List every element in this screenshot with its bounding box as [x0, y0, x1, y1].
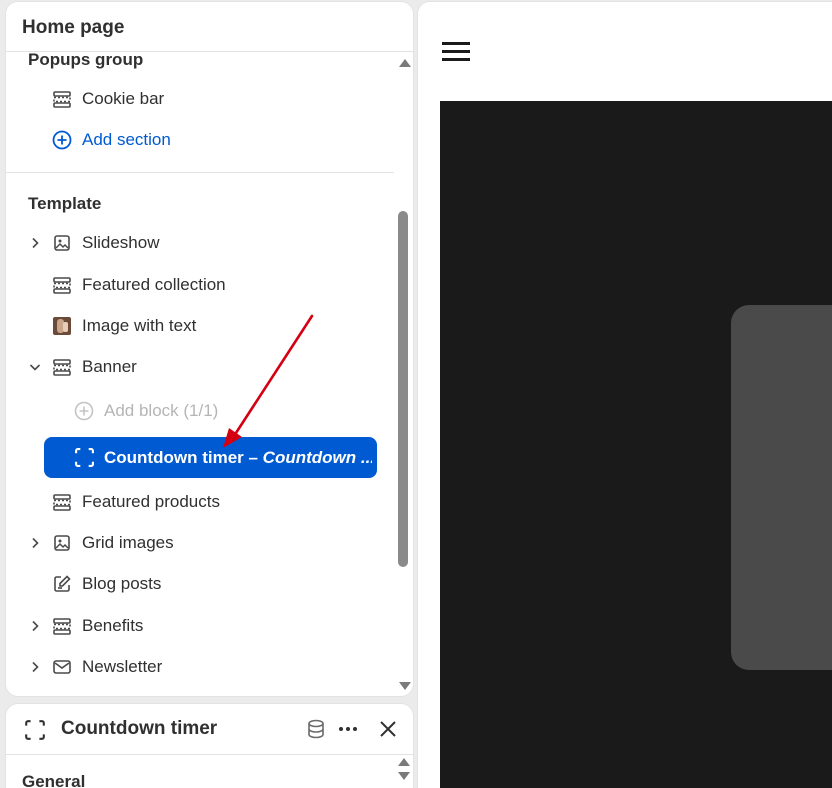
popups-group-title: Popups group	[28, 50, 144, 69]
countdown-card-preview	[731, 305, 832, 670]
section-icon	[53, 277, 71, 294]
block-settings-panel: Countdown timer General	[6, 704, 413, 788]
settings-section-heading: General	[22, 772, 86, 788]
section-item-banner[interactable]: Banner	[6, 349, 401, 385]
edit-icon	[54, 575, 71, 592]
section-label: Featured collection	[82, 275, 226, 294]
scrollbar-thumb[interactable]	[398, 211, 408, 567]
section-icon	[53, 618, 71, 635]
add-section-label: Add section	[82, 130, 171, 149]
chevron-right-icon[interactable]	[28, 660, 42, 674]
chevron-right-icon[interactable]	[28, 236, 42, 250]
section-label: Cookie bar	[82, 89, 165, 108]
settings-title: Countdown timer	[61, 718, 218, 739]
section-item-image-with-text[interactable]: Image with text	[6, 308, 401, 344]
close-icon[interactable]	[378, 719, 398, 739]
section-item-newsletter[interactable]: Newsletter	[6, 649, 401, 685]
block-item-countdown-timer-selected[interactable]: Countdown timer – Countdown ...	[44, 437, 377, 478]
plus-circle-icon	[74, 401, 94, 421]
database-icon[interactable]	[305, 718, 327, 740]
preview-header	[418, 2, 832, 101]
section-label: Image with text	[82, 316, 197, 335]
section-item-featured-collection[interactable]: Featured collection	[6, 267, 401, 303]
section-label: Newsletter	[82, 657, 163, 676]
selected-block-sublabel: – Countdown ...	[243, 448, 372, 467]
section-item-benefits[interactable]: Benefits	[6, 608, 401, 644]
section-icon	[53, 91, 71, 108]
section-item-blog-posts[interactable]: Blog posts	[6, 566, 401, 602]
scroll-up-arrow-icon[interactable]	[398, 758, 410, 766]
section-label: Banner	[82, 357, 137, 376]
section-label: Slideshow	[82, 233, 160, 252]
chevron-right-icon[interactable]	[28, 619, 42, 633]
divider	[6, 754, 413, 755]
section-label: Blog posts	[82, 574, 162, 593]
chevron-right-icon[interactable]	[28, 536, 42, 550]
sections-panel: Home page Popups group Cookie bar Add se…	[6, 2, 413, 696]
section-icon	[53, 494, 71, 511]
section-item-featured-products[interactable]: Featured products	[6, 484, 401, 520]
section-item-slideshow[interactable]: Slideshow	[6, 225, 401, 261]
chevron-down-icon[interactable]	[28, 360, 42, 374]
scroll-down-arrow-icon[interactable]	[398, 772, 410, 780]
section-item-cookie-bar[interactable]: Cookie bar	[6, 81, 401, 117]
scroll-down-arrow-icon[interactable]	[399, 682, 411, 690]
countdown-block-icon	[75, 448, 94, 467]
template-group-title: Template	[28, 194, 102, 213]
add-block-button[interactable]: Add block (1/1)	[6, 393, 401, 429]
section-label: Grid images	[82, 533, 174, 552]
section-item-grid-images[interactable]: Grid images	[6, 525, 401, 561]
envelope-icon	[53, 660, 71, 674]
selected-block-label: Countdown timer – Countdown ...	[104, 448, 372, 468]
scroll-up-arrow-icon[interactable]	[399, 59, 411, 67]
section-icon	[53, 359, 71, 376]
section-label: Benefits	[82, 616, 144, 635]
more-options-icon[interactable]	[336, 718, 360, 740]
divider	[6, 172, 394, 173]
page-title: Home page	[22, 17, 125, 38]
add-section-button[interactable]: Add section	[6, 122, 401, 158]
section-label: Featured products	[82, 492, 220, 511]
plus-circle-icon	[52, 130, 72, 150]
menu-icon[interactable]	[442, 42, 470, 62]
add-block-label: Add block (1/1)	[104, 401, 219, 420]
image-icon	[54, 535, 70, 551]
image-thumbnail	[53, 317, 71, 335]
sections-scrollbar[interactable]	[397, 54, 411, 694]
slideshow-icon	[54, 235, 70, 251]
store-preview[interactable]	[418, 2, 832, 788]
countdown-block-icon	[25, 720, 45, 740]
